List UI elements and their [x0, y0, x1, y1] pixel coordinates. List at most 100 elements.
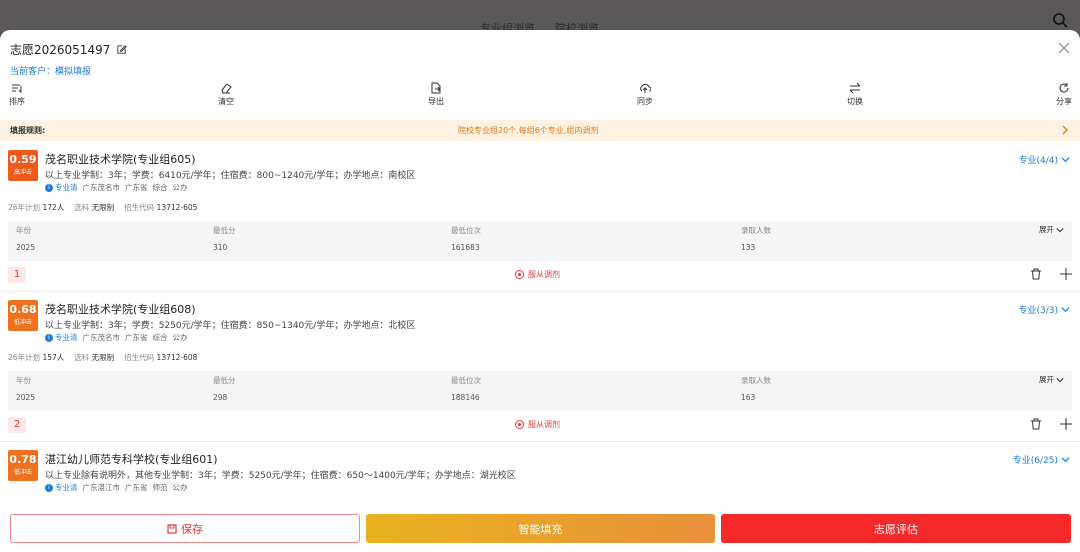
major-link-label: 专业清 — [55, 333, 78, 342]
ownership: 公办 — [172, 483, 188, 492]
city: 广东茂名市 — [82, 333, 121, 342]
risk-tag: 低冲击 — [13, 469, 32, 476]
close-icon[interactable] — [1058, 42, 1070, 54]
chevron-down-icon — [1061, 307, 1070, 313]
export-button[interactable]: 导出 — [416, 82, 456, 107]
rule-text: 院校专业组20个,每组6个专业,组内调剂 — [458, 126, 599, 135]
expand-label: 展开 — [1039, 375, 1054, 384]
obey-adjust-radio[interactable]: 服从调剂 — [515, 269, 560, 280]
school-name[interactable]: 茂名职业技术学院(专业组605) — [45, 151, 196, 167]
school-name[interactable]: 茂名职业技术学院(专业组608) — [45, 301, 196, 317]
info-icon: i — [45, 333, 53, 342]
school-meta: i 专业清 广东湛江市 广东省 师范 公办 — [45, 482, 188, 493]
major-list-link[interactable]: i 专业清 — [45, 182, 78, 193]
td-min-score: 298 — [213, 393, 228, 402]
save-icon — [167, 523, 177, 534]
share-button[interactable]: 分享 — [1044, 82, 1080, 107]
expand-toggle[interactable]: 展开 — [1039, 224, 1064, 235]
expand-toggle[interactable]: 展开 — [1039, 374, 1064, 385]
school-kind: 综合 — [152, 333, 168, 342]
school-desc: 以上专业除有说明外，其他专业学制：3年；学费：5250元/学年；住宿费：650～… — [45, 471, 516, 481]
cloud-sync-icon — [640, 83, 651, 93]
major-count-toggle[interactable]: 专业(6/25) — [1013, 453, 1070, 466]
school-kind: 综合 — [152, 183, 168, 192]
search-icon[interactable] — [1052, 12, 1068, 28]
major-list-link[interactable]: i 专业清 — [45, 482, 78, 493]
province: 广东省 — [125, 333, 148, 342]
customer-name[interactable]: 模拟填报 — [55, 67, 91, 77]
sort-icon — [12, 84, 22, 94]
td-min-rank: 188146 — [451, 393, 480, 402]
plan-label: 26年计划 — [8, 353, 41, 362]
smart-fill-button[interactable]: 智能填充 — [366, 514, 715, 543]
chevron-down-icon — [1061, 457, 1070, 463]
switch-button[interactable]: 切换 — [835, 82, 875, 107]
obey-label: 服从调剂 — [528, 420, 560, 429]
expand-label: 展开 — [1039, 225, 1054, 234]
probability-badge: 0.59 高冲击 — [8, 150, 38, 181]
order-index: 1 — [8, 267, 26, 283]
volunteer-title: 志愿2026051497 — [10, 43, 111, 57]
fill-rule-banner[interactable]: 填报规则: 院校专业组20个,每组6个专业,组内调剂 — [0, 120, 1080, 141]
city: 广东茂名市 — [82, 183, 121, 192]
td-year: 2025 — [16, 243, 36, 252]
school-desc: 以上专业学制：3年；学费：5250元/学年；住宿费：850~1340元/学年；办… — [45, 321, 416, 331]
risk-tag: 低冲击 — [13, 319, 32, 326]
info-icon: i — [45, 183, 53, 192]
ownership: 公办 — [172, 183, 188, 192]
history-table: 年份 最低分 最低位次 录取人数 2025 298 188146 163 展开 — [8, 371, 1072, 411]
sort-label: 排序 — [9, 97, 25, 106]
card-footer: 2 服从调剂 — [8, 415, 1072, 435]
school-name[interactable]: 湛江幼儿师范专科学校(专业组601) — [45, 451, 218, 467]
sort-button[interactable]: 排序 — [0, 82, 37, 107]
school-desc: 以上专业学制：3年；学费：6410元/学年；住宿费：800~1240元/学年；办… — [45, 171, 416, 181]
export-icon — [431, 82, 441, 94]
probability-badge: 0.68 低冲击 — [8, 300, 38, 331]
subject-label: 选科 — [74, 353, 90, 362]
move-icon[interactable] — [1060, 418, 1072, 430]
share-label: 分享 — [1056, 97, 1072, 106]
th-min-rank: 最低位次 — [451, 376, 481, 385]
th-year: 年份 — [16, 376, 31, 385]
major-list-link[interactable]: i 专业清 — [45, 332, 78, 343]
card-footer: 1 服从调剂 — [8, 265, 1072, 285]
th-min-score: 最低分 — [213, 226, 236, 235]
th-admitted: 录取人数 — [741, 226, 771, 235]
probability-value: 0.68 — [9, 303, 37, 316]
th-year: 年份 — [16, 226, 31, 235]
switch-label: 切换 — [847, 97, 863, 106]
city: 广东湛江市 — [82, 483, 121, 492]
major-count: 专业(3/3) — [1018, 306, 1058, 316]
major-link-label: 专业清 — [55, 483, 78, 492]
province: 广东省 — [125, 483, 148, 492]
code-value: 13712-608 — [156, 353, 198, 362]
code-label: 招生代码 — [124, 203, 155, 212]
plan-value: 172人 — [42, 203, 65, 212]
major-count-toggle[interactable]: 专业(3/3) — [1018, 303, 1070, 316]
edit-icon[interactable] — [116, 44, 128, 55]
eraser-icon — [221, 83, 232, 94]
move-icon[interactable] — [1060, 268, 1072, 280]
risk-tag: 高冲击 — [13, 169, 32, 176]
obey-adjust-radio[interactable]: 服从调剂 — [515, 419, 560, 430]
plan-info: 26年计划 157人 选科 无限制 招生代码 13712-608 — [8, 352, 197, 363]
evaluate-button[interactable]: 志愿评估 — [721, 514, 1071, 543]
major-count: 专业(6/25) — [1012, 456, 1058, 466]
save-button[interactable]: 保存 — [10, 514, 360, 543]
obey-label: 服从调剂 — [528, 270, 560, 279]
school-meta: i 专业清 广东茂名市 广东省 综合 公办 — [45, 332, 188, 343]
trash-icon[interactable] — [1030, 268, 1042, 280]
chevron-right-icon — [1062, 125, 1068, 135]
trash-icon[interactable] — [1030, 418, 1042, 430]
th-min-rank: 最低位次 — [451, 226, 481, 235]
clear-button[interactable]: 清空 — [206, 82, 246, 107]
share-icon — [1059, 83, 1069, 93]
sync-button[interactable]: 同步 — [625, 82, 665, 107]
switch-icon — [849, 82, 861, 94]
evaluate-label: 志愿评估 — [874, 522, 918, 536]
smart-fill-label: 智能填充 — [518, 522, 563, 536]
sync-label: 同步 — [637, 97, 653, 106]
probability-value: 0.78 — [9, 453, 37, 466]
major-count-toggle[interactable]: 专业(4/4) — [1018, 153, 1070, 166]
rule-label: 填报规则: — [10, 126, 46, 135]
